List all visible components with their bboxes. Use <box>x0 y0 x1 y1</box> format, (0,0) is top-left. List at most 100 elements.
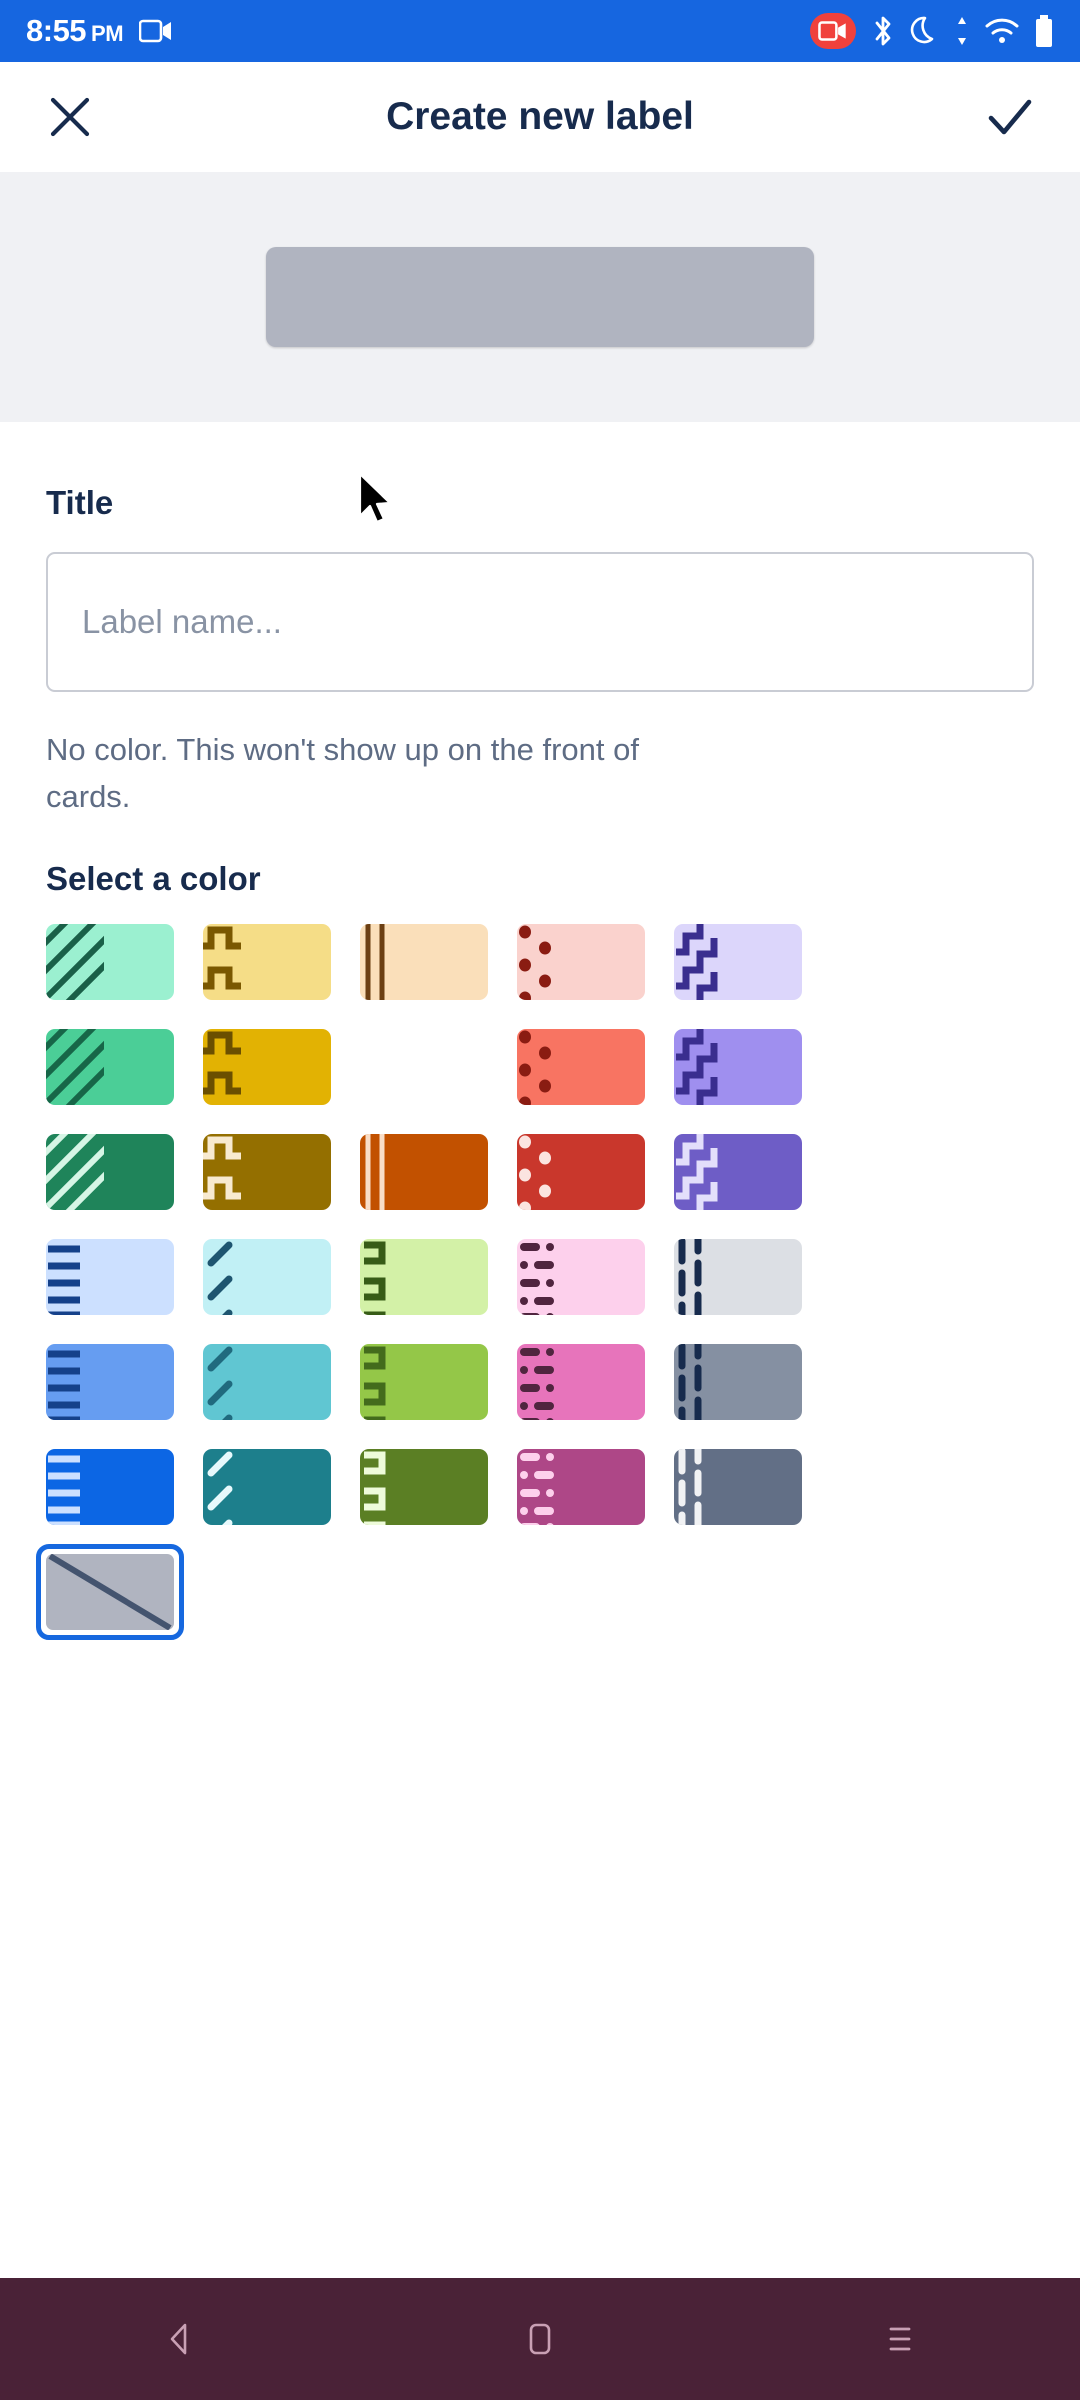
swatch-pattern-dash-dot <box>517 1239 575 1316</box>
app-bar: Create new label <box>0 62 1080 172</box>
clock-ampm: PM <box>91 21 124 46</box>
swatch-face <box>46 1239 174 1316</box>
swatch-face <box>674 1029 802 1106</box>
swatch-face <box>517 1344 645 1421</box>
select-a-color-heading: Select a color <box>46 860 261 898</box>
bluetooth-icon <box>870 14 896 48</box>
wifi-icon <box>984 17 1020 45</box>
color-swatch-bold-grey[interactable] <box>674 1449 802 1526</box>
color-swatch-blue[interactable] <box>46 1344 174 1421</box>
color-swatch-subtle-green[interactable] <box>46 924 174 1001</box>
swatch-pattern-dots <box>517 1029 575 1106</box>
swatch-pattern-dots <box>517 1134 575 1211</box>
swatch-face <box>203 1029 331 1106</box>
swatch-face <box>674 1344 802 1421</box>
swatch-face <box>360 1344 488 1421</box>
swatch-pattern-vertical-dashes <box>674 1344 732 1421</box>
home-button[interactable] <box>480 2279 600 2399</box>
recents-button[interactable] <box>840 2279 960 2399</box>
swatch-pattern-vertical-dashes <box>674 1449 732 1526</box>
swatch-pattern-square-wave <box>203 1029 261 1105</box>
back-button[interactable] <box>120 2279 240 2399</box>
color-swatch-lime[interactable] <box>360 1344 488 1421</box>
color-swatch-subtle-grey[interactable] <box>674 1239 802 1316</box>
color-swatch-bold-red[interactable] <box>517 1134 645 1211</box>
color-swatch-yellow[interactable] <box>203 1029 331 1106</box>
title-input[interactable] <box>46 552 1034 692</box>
color-swatch-subtle-lime[interactable] <box>360 1239 488 1316</box>
swatch-pattern-dash-dot <box>517 1344 575 1421</box>
color-swatch-purple[interactable] <box>674 1029 802 1106</box>
color-swatch-subtle-orange[interactable] <box>360 924 488 1001</box>
color-swatch-bold-blue[interactable] <box>46 1449 174 1526</box>
swatch-face <box>517 1029 645 1106</box>
swatch-pattern-short-diagonals <box>203 1239 261 1316</box>
mobile-data-icon <box>954 16 970 46</box>
system-navigation-bar <box>0 2278 1080 2400</box>
swatch-face <box>46 1134 174 1211</box>
swatch-pattern-horizontal-dashes <box>46 1239 104 1316</box>
swatch-face <box>674 924 802 1001</box>
color-swatch-bold-magenta[interactable] <box>517 1449 645 1526</box>
swatch-face <box>46 1344 174 1421</box>
swatch-pattern-brackets <box>360 1239 418 1316</box>
recording-active-icon <box>810 13 856 49</box>
color-swatch-subtle-blue[interactable] <box>46 1239 174 1316</box>
swatch-pattern-vertical-lines <box>360 1134 418 1211</box>
color-swatch-red[interactable] <box>517 1029 645 1106</box>
swatch-pattern-vertical-lines <box>360 924 418 1001</box>
color-swatch-bold-purple[interactable] <box>674 1134 802 1211</box>
color-swatch-subtle-sky[interactable] <box>203 1239 331 1316</box>
status-bar-left: 8:55 PM <box>26 13 173 49</box>
color-swatch-grey[interactable] <box>674 1344 802 1421</box>
clock-time: 8:55 <box>26 13 87 48</box>
swatch-pattern-undefined <box>360 1029 418 1105</box>
label-preview-swatch <box>266 247 814 347</box>
swatch-face <box>674 1134 802 1211</box>
swatch-pattern-short-diagonals <box>203 1449 261 1526</box>
color-swatch-orange[interactable] <box>360 1029 488 1105</box>
swatch-face <box>203 924 331 1001</box>
swatch-face <box>674 1449 802 1526</box>
status-bar: 8:55 PM <box>0 0 1080 62</box>
swatch-pattern-dots <box>517 924 575 1001</box>
status-bar-right <box>810 13 1054 49</box>
color-swatch-no-color[interactable] <box>36 1544 184 1641</box>
color-swatch-magenta[interactable] <box>517 1344 645 1421</box>
close-icon[interactable] <box>38 85 102 149</box>
no-color-helper-text: No color. This won't show up on the fron… <box>46 732 639 815</box>
battery-icon <box>1034 14 1054 48</box>
swatch-face <box>203 1134 331 1211</box>
color-swatch-sky[interactable] <box>203 1344 331 1421</box>
swatch-face <box>360 924 488 1001</box>
color-swatch-bold-orange[interactable] <box>360 1134 488 1211</box>
swatch-face <box>360 1134 488 1211</box>
color-swatch-subtle-yellow[interactable] <box>203 924 331 1001</box>
swatch-pattern-brackets <box>360 1344 418 1421</box>
color-swatch-grid <box>36 924 1034 1641</box>
swatch-pattern-zigzag-steps <box>674 1029 732 1106</box>
color-swatch-subtle-magenta[interactable] <box>517 1239 645 1316</box>
color-swatch-subtle-purple[interactable] <box>674 924 802 1001</box>
swatch-pattern-square-wave <box>203 924 261 1000</box>
color-swatch-bold-sky[interactable] <box>203 1449 331 1526</box>
swatch-face <box>360 1449 488 1526</box>
color-swatch-bold-yellow[interactable] <box>203 1134 331 1211</box>
swatch-pattern-zigzag-steps <box>674 1134 732 1211</box>
swatch-face <box>46 924 174 1001</box>
color-swatch-subtle-red[interactable] <box>517 924 645 1001</box>
color-swatch-bold-lime[interactable] <box>360 1449 488 1526</box>
swatch-face <box>674 1239 802 1316</box>
label-preview-area <box>0 172 1080 422</box>
color-swatch-bold-green[interactable] <box>46 1134 174 1211</box>
color-swatch-green[interactable] <box>46 1029 174 1106</box>
check-icon[interactable] <box>978 85 1042 149</box>
swatch-pattern-brackets <box>360 1449 418 1526</box>
swatch-pattern-dash-dot <box>517 1449 575 1526</box>
selected-swatch-ring <box>36 1544 184 1641</box>
swatch-face <box>517 1239 645 1316</box>
do-not-disturb-moon-icon <box>910 15 940 47</box>
screen-record-icon <box>139 18 173 44</box>
swatch-face <box>46 1449 174 1526</box>
swatch-pattern-diagonal-stripes <box>46 924 109 1001</box>
